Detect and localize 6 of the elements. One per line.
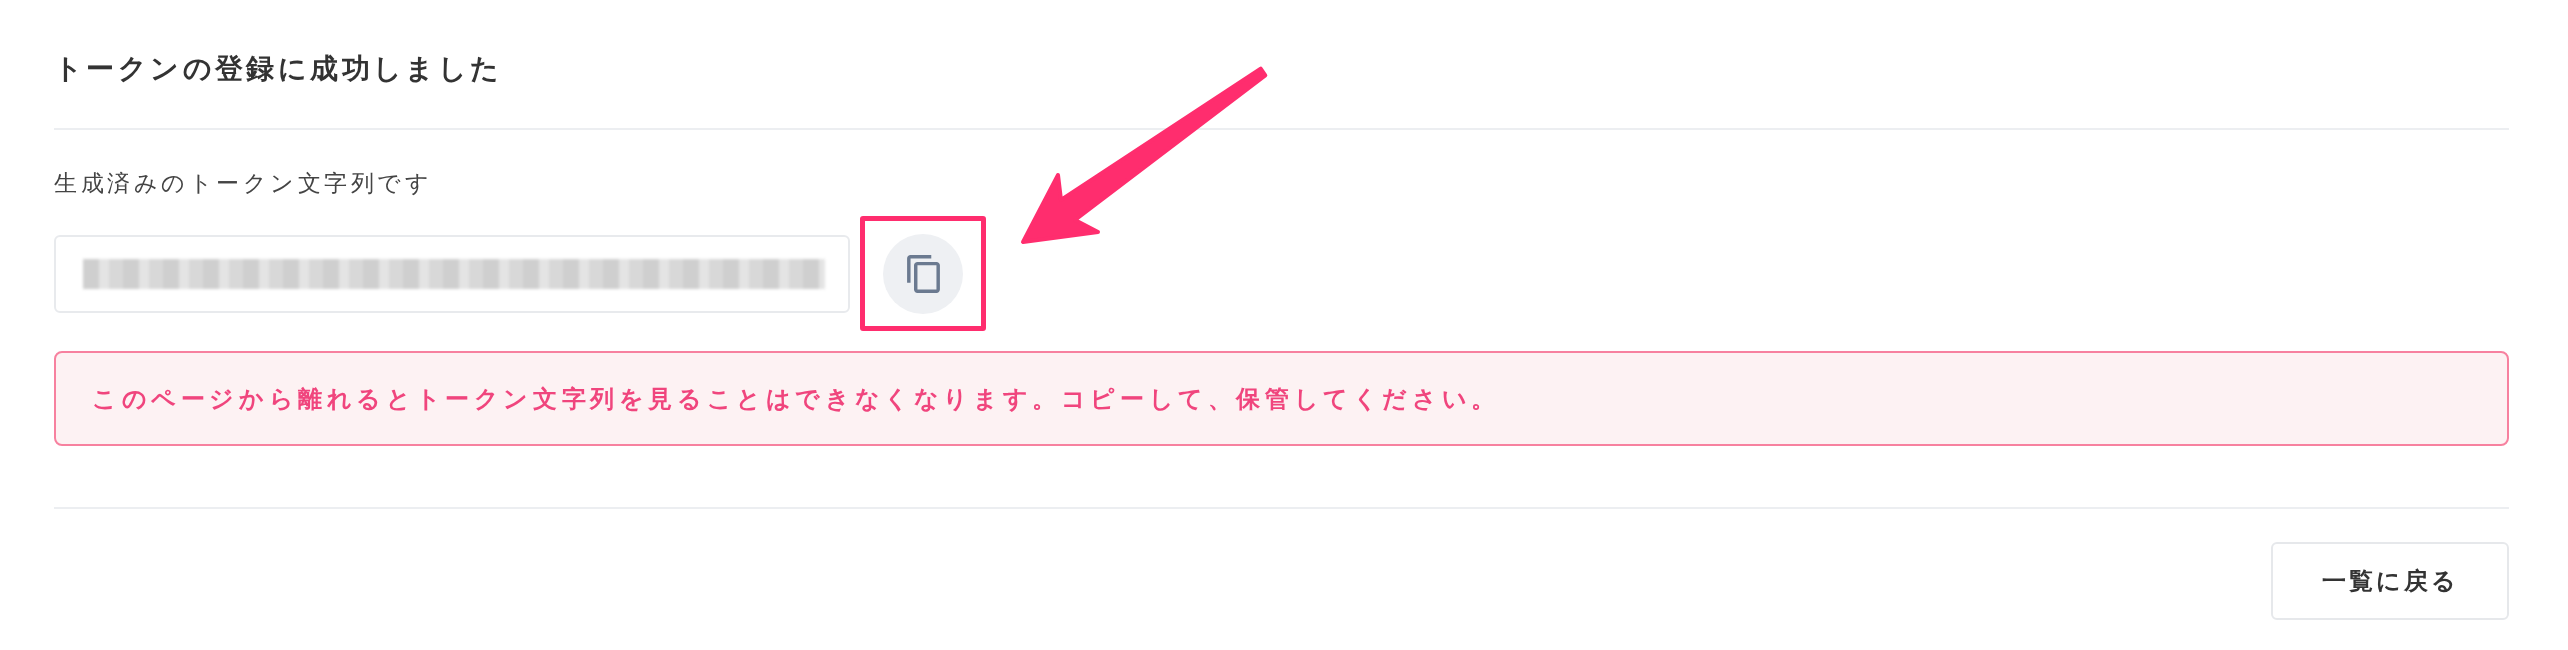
token-field[interactable] [54, 234, 850, 313]
copy-icon [906, 254, 940, 293]
token-label: 生成済みのトークン文字列です [54, 169, 433, 197]
back-to-list-button[interactable]: 一覧に戻る [2271, 542, 2509, 620]
page-title: トークンの登録に成功しました [54, 52, 504, 86]
warning-message: このページから離れるとトークン文字列を見ることはできなくなります。コピーして、保管してください。 [92, 383, 1500, 414]
